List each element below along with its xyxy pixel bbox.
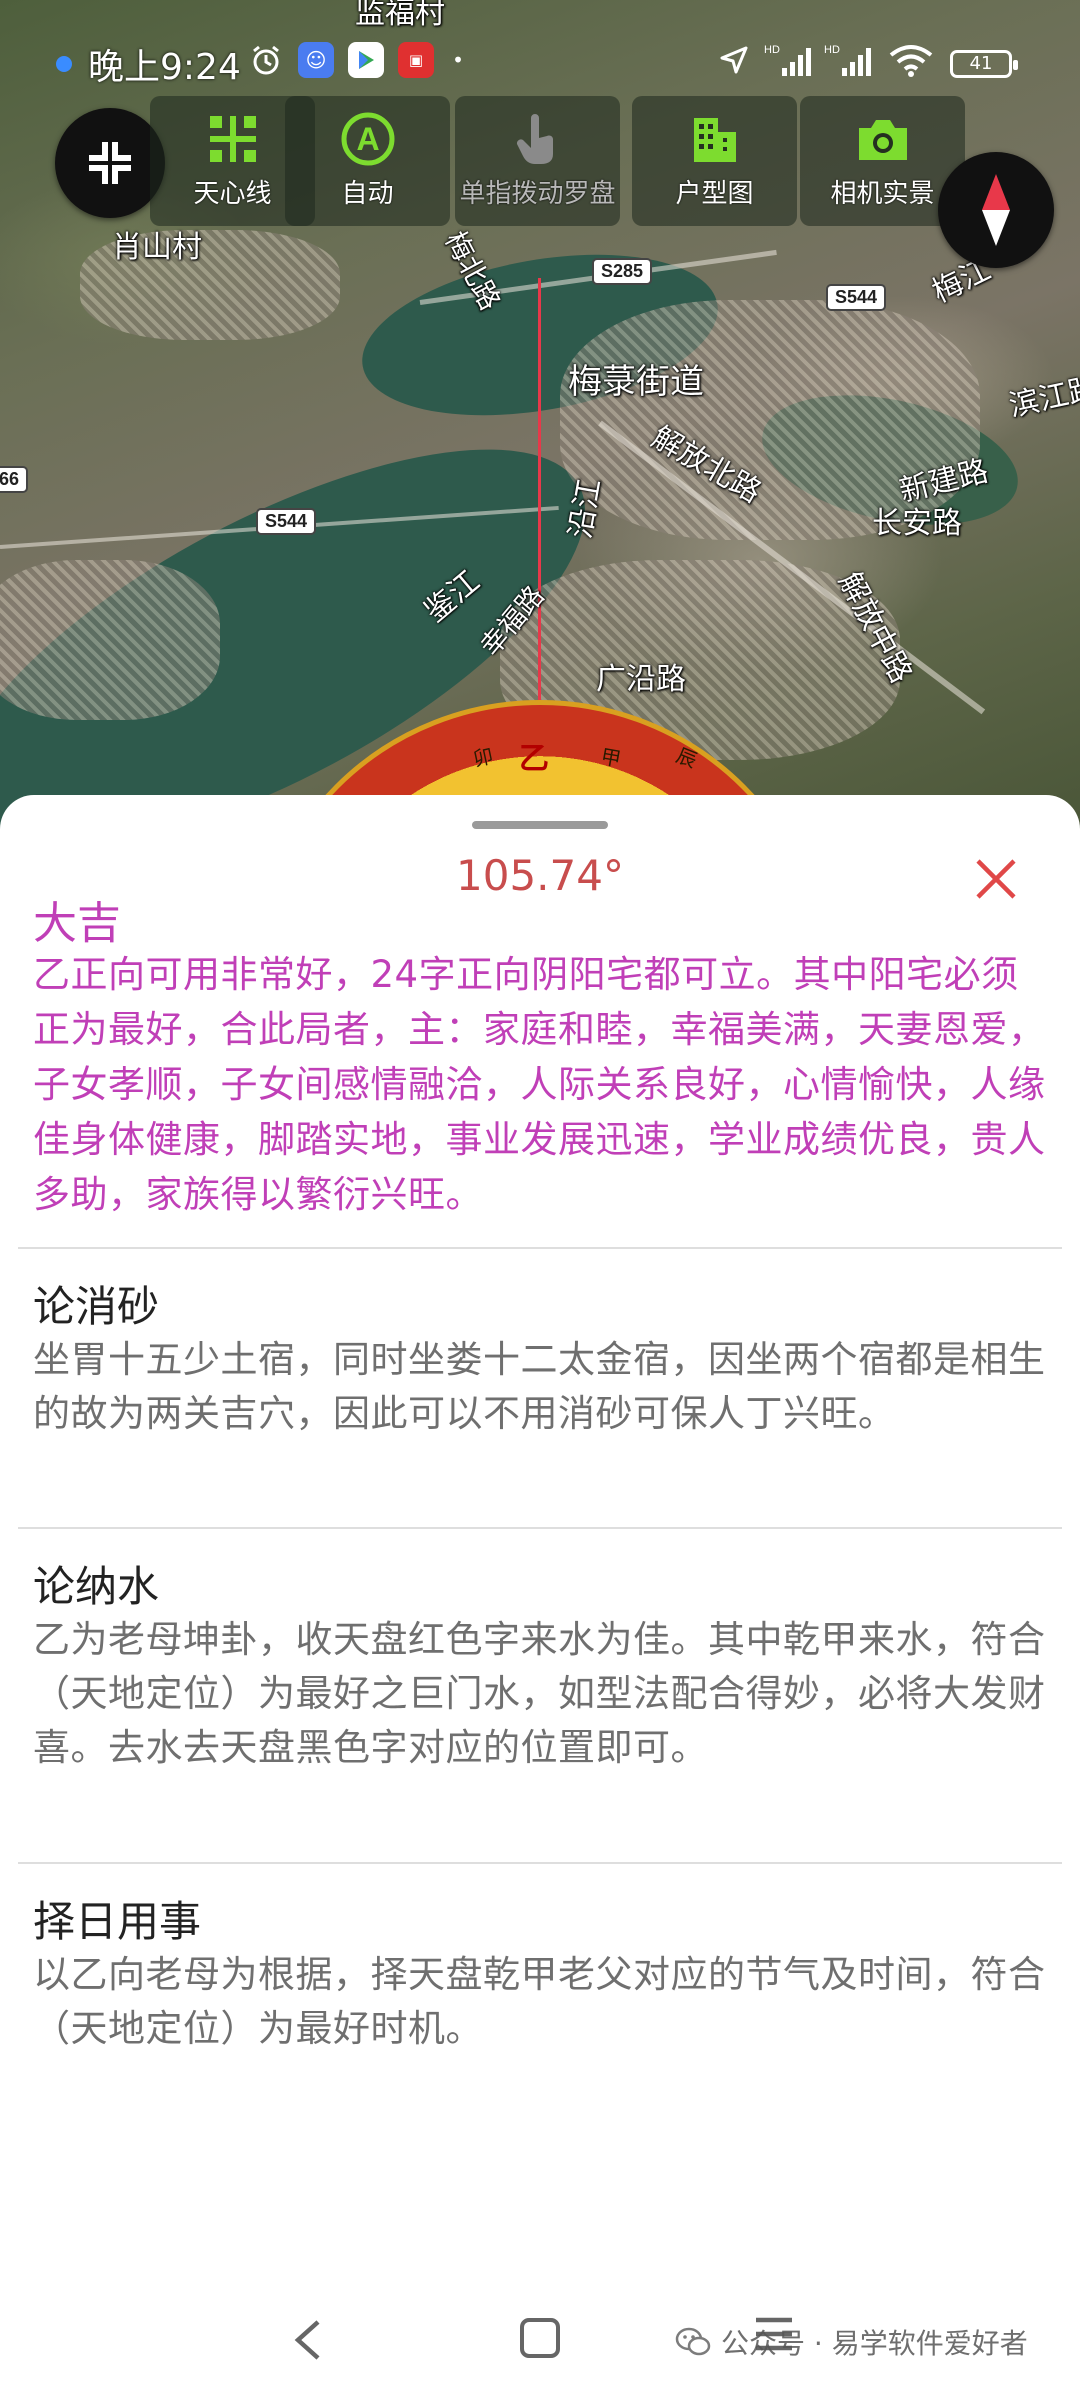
section-body-zeri: 以乙向老母为根据，择天盘乾甲老父对应的节气及时间，符合（天地定位）为最好时机。 [33, 1953, 1046, 2050]
wechat-logo-icon [675, 2327, 711, 2356]
auto-a-icon: A [338, 111, 398, 167]
compass-needle-icon [982, 174, 1010, 246]
map-label: 肖山村 [112, 230, 202, 265]
road-shield: S285 [592, 258, 653, 285]
alarm-icon [248, 42, 284, 78]
grid-crosshair-icon [203, 111, 263, 167]
divider [18, 1862, 1062, 1864]
svg-text:HD: HD [764, 44, 780, 56]
verdict-title: 大吉 [33, 898, 121, 949]
camera-icon [853, 111, 913, 167]
toolbar-button-auto[interactable]: A 自动 [285, 96, 450, 226]
road-shield: 66 [0, 466, 29, 493]
verdict-description: 乙正向可用非常好，24字正向阴阳宅都可立。其中阳宅必须正为最好，合此局者，主：家… [33, 953, 1046, 1216]
news-app-icon: ▣ [398, 42, 434, 78]
more-notifications-icon: • [452, 48, 464, 72]
location-arrow-icon [716, 42, 752, 78]
section-body-xiaosha: 坐胃十五少土宿，同时坐娄十二太金宿，因坐两个宿都是相生的故为两关吉穴，因此可以不… [33, 1338, 1046, 1435]
svg-text:A: A [356, 121, 379, 157]
map-label: 滨江路 [1006, 370, 1080, 424]
section-title-zeri: 择日用事 [33, 1897, 202, 1946]
building-icon [685, 111, 745, 167]
section-title-nashui: 论纳水 [33, 1562, 160, 1611]
map-label: 广沿路 [596, 662, 686, 697]
toolbar-label: 相机实景 [830, 179, 935, 209]
compass-north-button[interactable] [938, 152, 1054, 268]
urban-area [0, 560, 220, 720]
back-chevron-icon [294, 2320, 320, 2360]
reading-bottom-sheet: 105.74° 大吉 乙正向可用非常好，24字正向阴阳宅都可立。其中阳宅必须正为… [0, 795, 1080, 2400]
map-label: 长安路 [872, 506, 962, 541]
watermark-text: 公众号 · 易学软件爱好者 [721, 2327, 1028, 2360]
notification-dot-icon [56, 56, 72, 72]
divider [18, 1527, 1062, 1529]
wifi-icon [888, 42, 934, 78]
drag-handle[interactable] [472, 821, 608, 829]
close-button[interactable] [974, 857, 1018, 901]
section-title-xiaosha: 论消砂 [33, 1282, 160, 1331]
signal-hd-icon: HD [824, 42, 874, 78]
map-label: 沿江 [563, 476, 608, 542]
signal-hd-icon: HD [764, 42, 814, 78]
hand-pointer-icon [508, 111, 568, 167]
divider [18, 1247, 1062, 1249]
app-notification-icon: ☺ [298, 42, 334, 78]
road-shield: S544 [256, 508, 317, 535]
collapse-arrows-icon [89, 142, 131, 184]
battery-icon: 41 [950, 50, 1018, 78]
status-time: 晚上9:24 [88, 47, 241, 88]
compass-ring-char: 甲 [595, 744, 624, 769]
heading-degrees: 105.74° [456, 851, 624, 900]
exit-fullscreen-button[interactable] [55, 108, 165, 218]
map-label: 梅菉街道 [568, 362, 704, 402]
toolbar-label: 自动 [341, 179, 394, 209]
toolbar-label: 单指拨动罗盘 [459, 179, 616, 209]
toolbar-label: 天心线 [193, 179, 272, 209]
play-store-icon [348, 42, 384, 78]
section-body-nashui: 乙为老母坤卦，收天盘红色字来水为佳。其中乾甲来水，符合（天地定位）为最好之巨门水… [33, 1618, 1046, 1769]
toolbar: 天心线 A 自动 单指拨动罗盘 户型图 相机实景 [150, 96, 980, 226]
watermark: 公众号 · 易学软件爱好者 [675, 2322, 1028, 2362]
toolbar-label: 户型图 [675, 179, 754, 209]
toolbar-button-single-finger-rotate[interactable]: 单指拨动罗盘 [455, 96, 620, 226]
toolbar-button-floor-plan[interactable]: 户型图 [632, 96, 797, 226]
road-shield: S544 [826, 284, 887, 311]
nav-home-button[interactable] [520, 2318, 560, 2358]
nav-back-button[interactable] [288, 2318, 328, 2362]
close-icon [976, 859, 1016, 899]
svg-text:HD: HD [824, 44, 840, 56]
